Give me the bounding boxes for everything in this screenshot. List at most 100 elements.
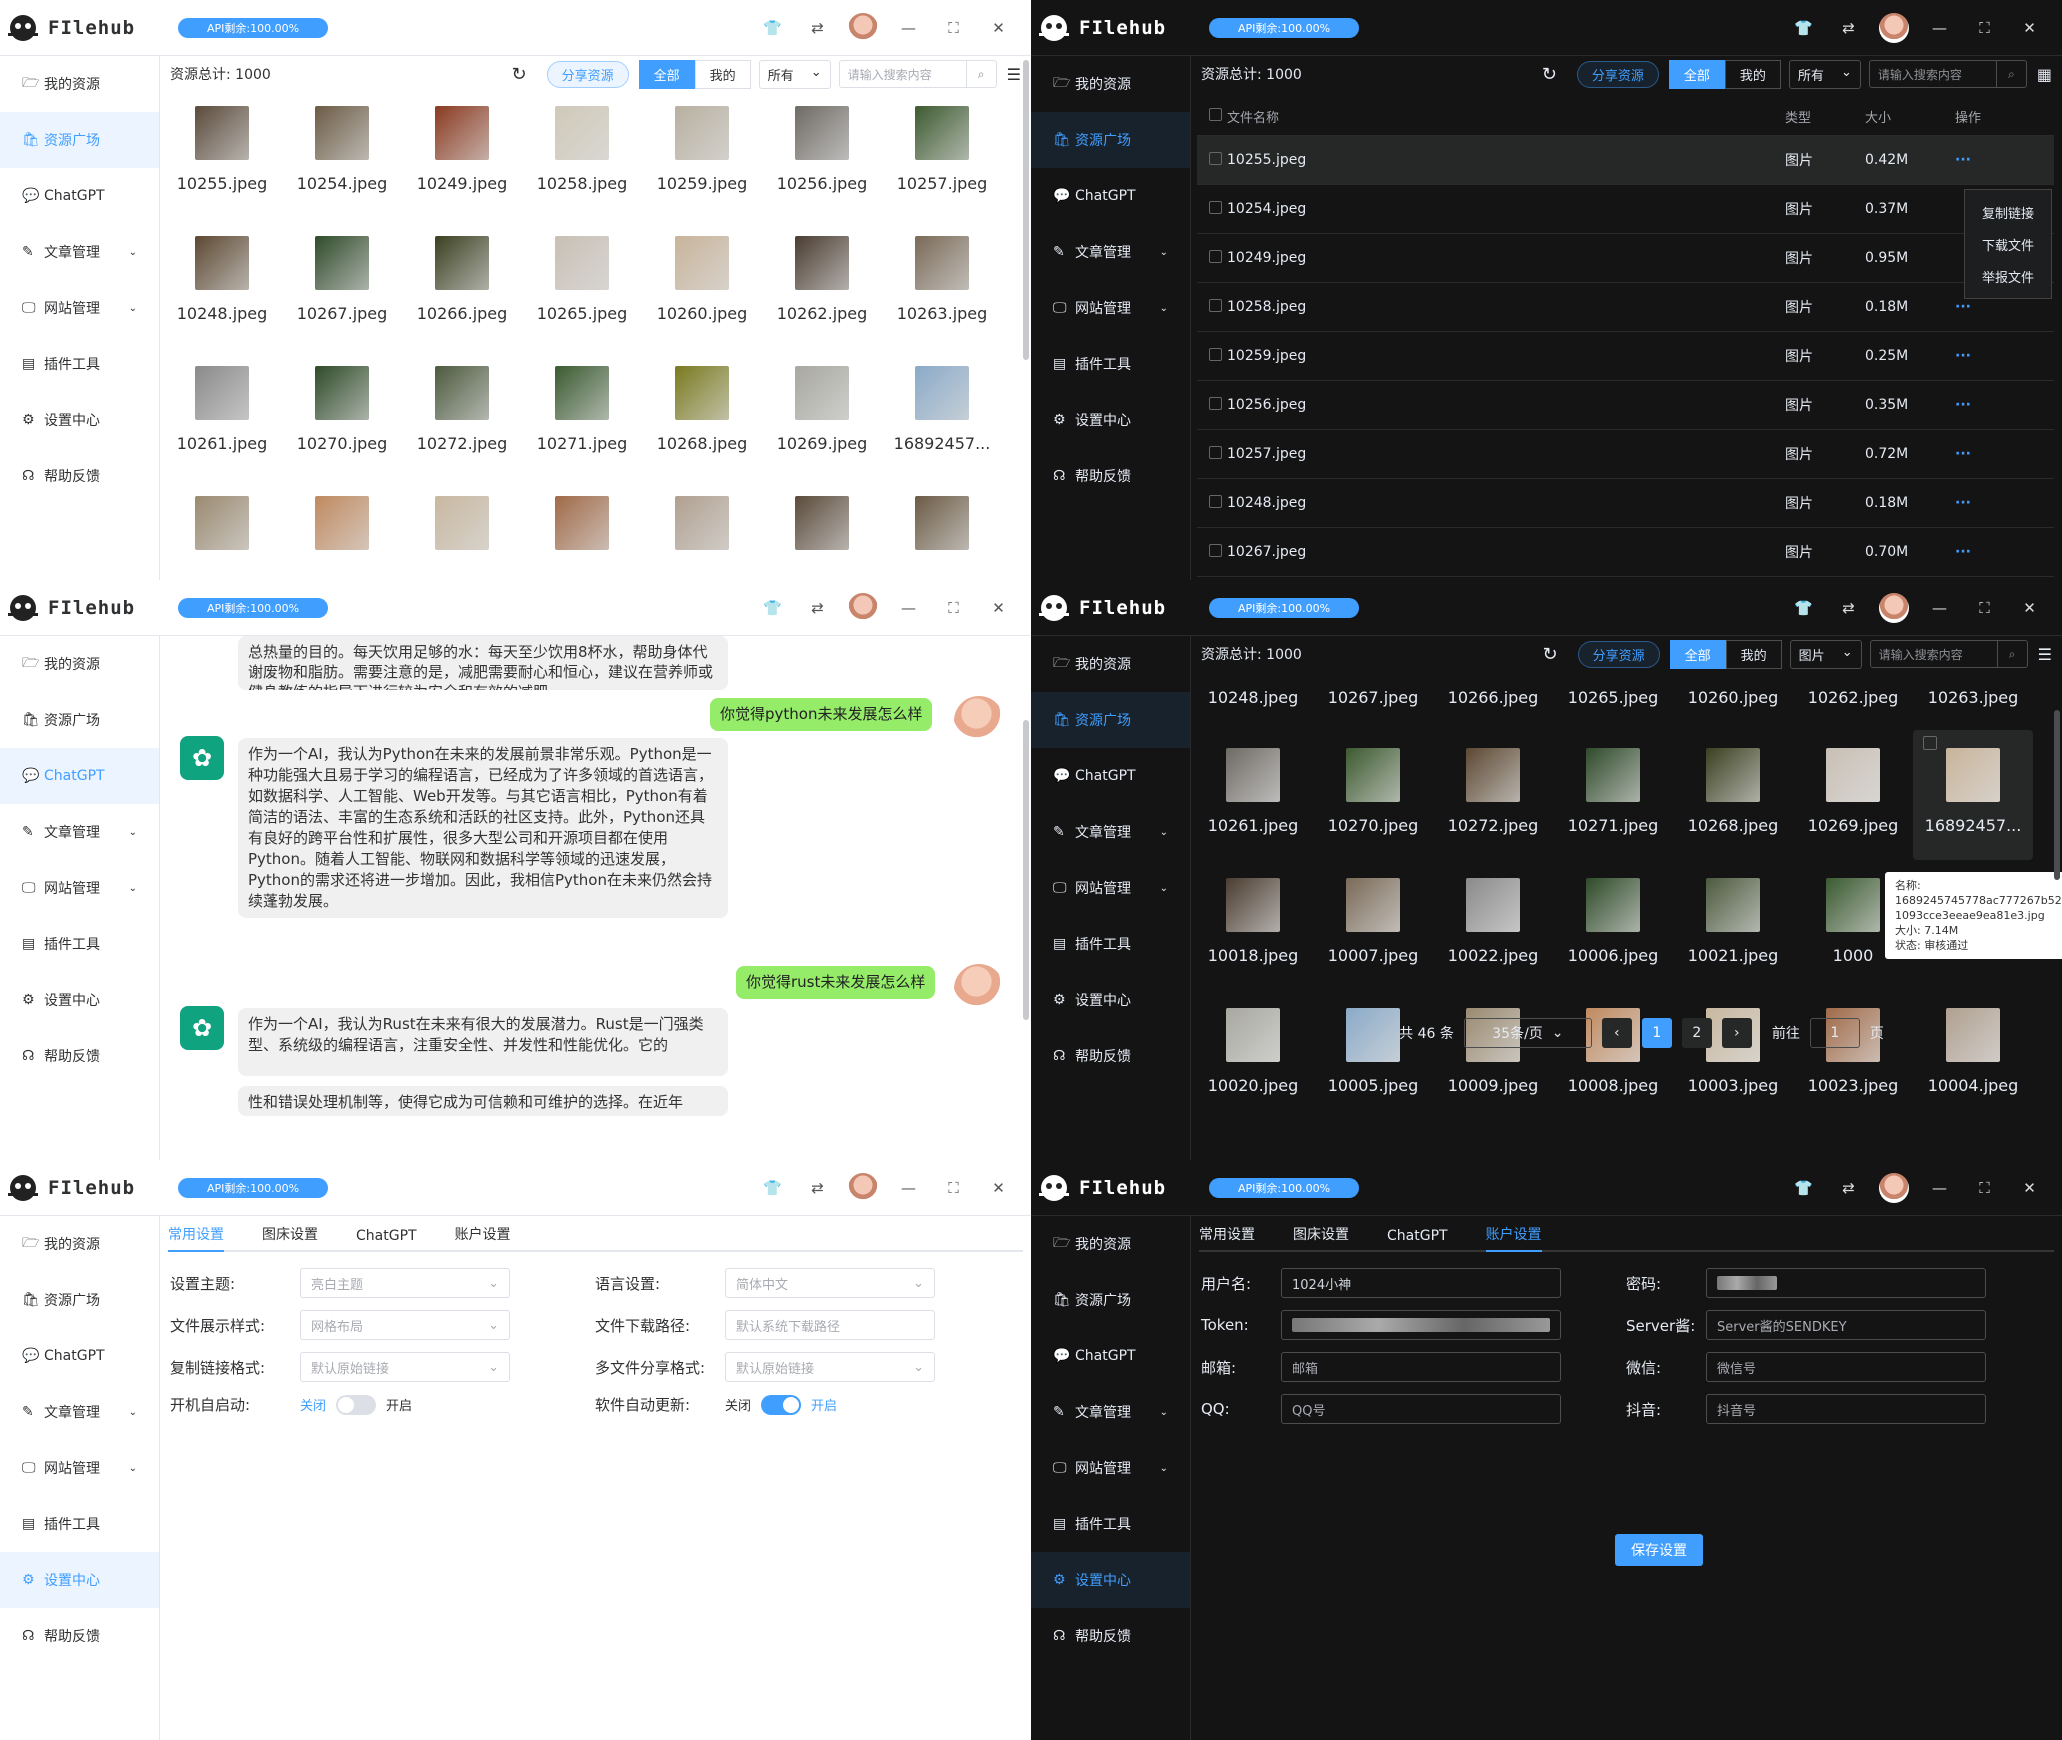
close-icon[interactable]: ✕	[2007, 599, 2052, 617]
file-card[interactable]: 10260.jpeg	[1673, 670, 1793, 730]
account-input[interactable]	[1706, 1268, 1986, 1298]
tab-1[interactable]: 图床设置	[1293, 1224, 1349, 1250]
file-card[interactable]: 10268.jpeg	[1673, 730, 1793, 860]
select-field[interactable]: 网格布局 ⌄	[300, 1310, 510, 1340]
minimize-icon[interactable]: —	[886, 1179, 931, 1197]
menu-item[interactable]: 下载文件	[1965, 228, 2051, 260]
tab-mine[interactable]: 我的	[1724, 59, 1781, 89]
refresh-icon[interactable]: ↻	[1542, 64, 1557, 85]
file-card[interactable]: 10271.jpeg	[522, 358, 642, 488]
file-card[interactable]	[162, 488, 282, 580]
row-checkbox[interactable]	[1209, 445, 1222, 459]
account-input[interactable]: 抖音号	[1706, 1394, 1986, 1424]
sidebar-item-4[interactable]: 🖵 网站管理 ⌄	[1031, 1440, 1190, 1496]
table-row[interactable]: 10259.jpeg 图片 0.25M ···	[1197, 332, 2054, 381]
type-filter-select[interactable]: 所有 ⌄	[758, 59, 831, 89]
row-checkbox[interactable]	[1209, 396, 1222, 410]
file-card[interactable]: 10270.jpeg	[1313, 730, 1433, 860]
file-card[interactable]: 10254.jpeg	[282, 98, 402, 228]
sidebar-item-4[interactable]: 🖵 网站管理 ⌄	[1031, 860, 1190, 916]
prev-page-button[interactable]: ‹	[1601, 1018, 1632, 1048]
file-card[interactable]: 10249.jpeg	[402, 98, 522, 228]
chevron-down-icon[interactable]: ⌄	[129, 1463, 137, 1474]
sidebar-item-7[interactable]: ☊ 帮助反馈	[1031, 1028, 1190, 1084]
maximize-icon[interactable]: ⛶	[1962, 1179, 2007, 1197]
file-card[interactable]: 10020.jpeg	[1193, 990, 1313, 1120]
file-card[interactable]: 10268.jpeg	[642, 358, 762, 488]
file-card[interactable]: 10009.jpeg	[1433, 990, 1553, 1120]
sidebar-item-1[interactable]: 🛍 资源广场	[0, 1272, 159, 1328]
file-checkbox[interactable]	[1923, 736, 1937, 750]
file-card[interactable]: 10007.jpeg	[1313, 860, 1433, 990]
row-checkbox[interactable]	[1209, 249, 1222, 263]
sidebar-item-4[interactable]: 🖵 网站管理 ⌄	[0, 1440, 159, 1496]
minimize-icon[interactable]: —	[1917, 599, 1962, 617]
maximize-icon[interactable]: ⛶	[1962, 599, 2007, 617]
avatar[interactable]	[1879, 593, 1909, 623]
share-resource-button[interactable]: 分享资源	[1576, 60, 1659, 88]
file-card[interactable]: 10005.jpeg	[1313, 990, 1433, 1120]
download-path-input[interactable]: 默认系统下载路径	[725, 1310, 935, 1340]
sidebar-item-2[interactable]: 💬 ChatGPT	[1031, 1328, 1190, 1384]
chevron-down-icon[interactable]: ⌄	[1160, 1407, 1168, 1418]
file-card[interactable]: 10023.jpeg	[1793, 990, 1913, 1120]
file-card[interactable]: 10261.jpeg	[1193, 730, 1313, 860]
chevron-down-icon[interactable]: ⌄	[129, 1407, 137, 1418]
translate-icon[interactable]: ⇄	[795, 19, 840, 37]
sidebar-item-4[interactable]: 🖵 网站管理 ⌄	[1031, 280, 1190, 336]
table-row[interactable]: 10267.jpeg 图片 0.70M ···	[1197, 528, 2054, 577]
scrollbar[interactable]	[2054, 710, 2060, 880]
sidebar-item-2[interactable]: 💬 ChatGPT	[0, 1328, 159, 1384]
page-1-button[interactable]: 1	[1641, 1018, 1672, 1048]
translate-icon[interactable]: ⇄	[1826, 1179, 1871, 1197]
sidebar-item-0[interactable]: 🗁 我的资源	[0, 1216, 159, 1272]
file-card[interactable]	[882, 488, 1002, 580]
more-actions-button[interactable]: ···	[1955, 397, 2015, 413]
table-row[interactable]: 10256.jpeg 图片 0.35M ···	[1197, 381, 2054, 430]
tab-3[interactable]: 账户设置	[455, 1224, 511, 1250]
more-actions-button[interactable]: ···	[1955, 495, 2015, 511]
row-checkbox[interactable]	[1209, 298, 1222, 312]
tab-all[interactable]: 全部	[1668, 59, 1725, 89]
translate-icon[interactable]: ⇄	[1826, 19, 1871, 37]
close-icon[interactable]: ✕	[976, 599, 1021, 617]
file-card[interactable]: 10021.jpeg	[1673, 860, 1793, 990]
select-field[interactable]: 亮白主题 ⌄	[300, 1268, 510, 1298]
close-icon[interactable]: ✕	[976, 19, 1021, 37]
sidebar-item-5[interactable]: ▤ 插件工具	[1031, 336, 1190, 392]
chevron-down-icon[interactable]: ⌄	[1160, 247, 1168, 258]
tab-0[interactable]: 常用设置	[1199, 1224, 1255, 1250]
tab-0[interactable]: 常用设置	[168, 1224, 224, 1252]
theme-shirt-icon[interactable]: 👕	[750, 1179, 795, 1197]
file-card[interactable]: 10272.jpeg	[402, 358, 522, 488]
tab-3[interactable]: 账户设置	[1485, 1224, 1542, 1252]
file-card[interactable]: 10269.jpeg	[1793, 730, 1913, 860]
minimize-icon[interactable]: —	[1917, 19, 1962, 37]
table-row[interactable]: 10258.jpeg 图片 0.18M ···	[1197, 283, 2054, 332]
account-input[interactable]	[1281, 1310, 1561, 1340]
sidebar-item-0[interactable]: 🗁 我的资源	[1031, 1216, 1190, 1272]
sidebar-item-0[interactable]: 🗁 我的资源	[1031, 56, 1190, 112]
avatar[interactable]	[848, 593, 878, 623]
account-input[interactable]: QQ号	[1281, 1394, 1561, 1424]
more-actions-button[interactable]: ···	[1955, 152, 2015, 168]
maximize-icon[interactable]: ⛶	[931, 19, 976, 37]
search-icon[interactable]: ⌕	[965, 61, 996, 87]
account-input[interactable]: 1024小神	[1281, 1268, 1561, 1298]
theme-shirt-icon[interactable]: 👕	[1781, 1179, 1826, 1197]
file-card[interactable]: 10008.jpeg	[1553, 990, 1673, 1120]
sidebar-item-5[interactable]: ▤ 插件工具	[0, 1496, 159, 1552]
sidebar-item-3[interactable]: ✎ 文章管理 ⌄	[1031, 1384, 1190, 1440]
theme-shirt-icon[interactable]: 👕	[1781, 19, 1826, 37]
file-card[interactable]: 10018.jpeg	[1193, 860, 1313, 990]
avatar[interactable]	[1879, 13, 1909, 43]
table-row[interactable]: 10249.jpeg 图片 0.95M	[1197, 234, 2054, 283]
view-toggle-icon[interactable]: ▦	[2037, 65, 2052, 84]
theme-shirt-icon[interactable]: 👕	[1781, 599, 1826, 617]
file-card[interactable]	[642, 488, 762, 580]
auto-update-switch[interactable]	[761, 1394, 802, 1415]
sidebar-item-6[interactable]: ⚙ 设置中心	[1031, 1552, 1190, 1608]
save-settings-button[interactable]: 保存设置	[1615, 1534, 1703, 1566]
translate-icon[interactable]: ⇄	[795, 1179, 840, 1197]
close-icon[interactable]: ✕	[2007, 19, 2052, 37]
